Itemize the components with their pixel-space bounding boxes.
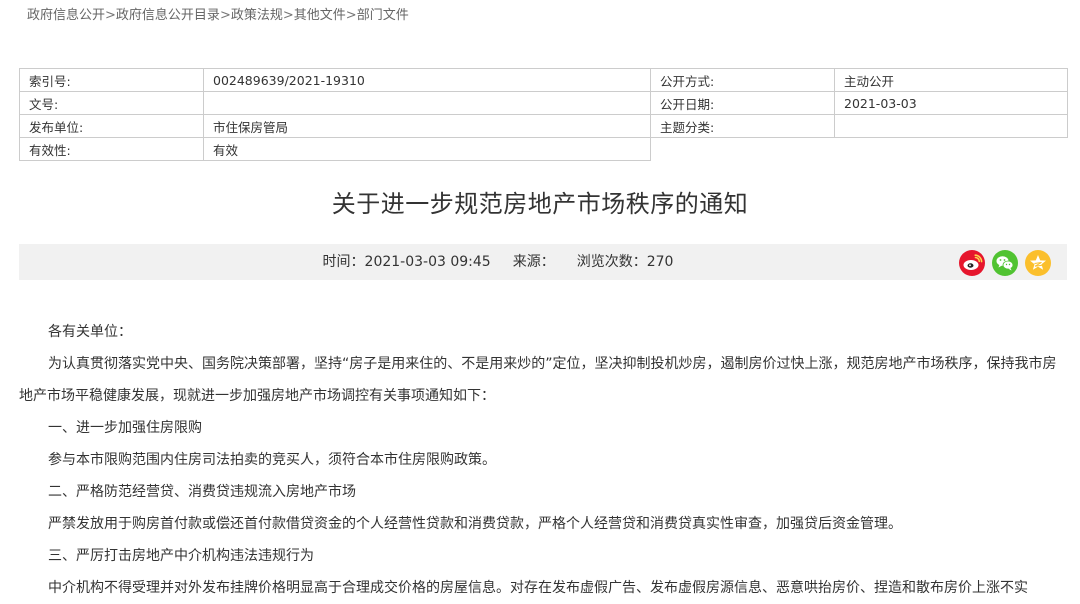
topic-category-label: 主题分类: — [650, 114, 835, 138]
section-heading: 二、严格防范经营贷、消费贷违规流入房地产市场 — [48, 484, 356, 500]
publish-date-value: 2021-03-03 — [834, 91, 1068, 115]
wechat-icon — [996, 256, 1014, 271]
issuer-value: 市住保房管局 — [203, 114, 651, 138]
issuer-label: 发布单位: — [19, 114, 204, 138]
index-number-label: 索引号: — [19, 68, 204, 92]
body-paragraph: 参与本市限购范围内住房司法拍卖的竞买人，须符合本市住房限购政策。 — [48, 452, 496, 468]
breadcrumb: 政府信息公开>政府信息公开目录>政策法规>其他文件>部门文件 — [27, 4, 409, 23]
article-title: 关于进一步规范房地产市场秩序的通知 — [331, 190, 749, 218]
index-number-value: 002489639/2021-19310 — [203, 68, 651, 92]
validity-label: 有效性: — [19, 137, 204, 161]
validity-value: 有效 — [203, 137, 651, 161]
share-weibo-button[interactable] — [959, 250, 985, 276]
qzone-icon — [1030, 255, 1046, 270]
topic-category-value — [834, 114, 1068, 138]
body-paragraph: 中介机构不得受理并对外发布挂牌价格明显高于合理成交价格的房屋信息。对存在发布虚假… — [48, 580, 1028, 596]
empty-cell — [651, 138, 835, 161]
breadcrumb-link-catalog[interactable]: 政府信息公开目录 — [116, 8, 220, 23]
disclosure-method-label: 公开方式: — [650, 68, 835, 92]
article-body: 各有关单位： 为认真贯彻落实党中央、国务院决策部署，坚持“房子是用来住的、不是用… — [19, 316, 1065, 604]
publish-date-label: 公开日期: — [650, 91, 835, 115]
breadcrumb-link-other-docs[interactable]: 其他文件 — [294, 8, 346, 23]
breadcrumb-link-dept-docs[interactable]: 部门文件 — [357, 8, 409, 23]
body-paragraph: 严禁发放用于购房首付款或偿还首付款借贷资金的个人经营性贷款和消费贷款，严格个人经… — [48, 516, 902, 532]
breadcrumb-separator: > — [345, 8, 357, 23]
breadcrumb-link-gov-info[interactable]: 政府信息公开 — [27, 8, 105, 23]
article-info-bar: 时间：2021-03-03 09:45 来源： 浏览次数：270 — [19, 244, 1067, 280]
table-row: 发布单位: 市住保房管局 主题分类: — [19, 114, 1068, 138]
weibo-icon — [963, 254, 983, 270]
document-number-value — [203, 91, 651, 115]
section-heading: 三、严厉打击房地产中介机构违法违规行为 — [48, 548, 314, 564]
breadcrumb-separator: > — [105, 8, 116, 23]
document-metadata-table: 索引号: 002489639/2021-19310 公开方式: 主动公开 文号:… — [19, 68, 1068, 161]
source-label: 来源： — [512, 254, 555, 270]
breadcrumb-link-policy[interactable]: 政策法规 — [231, 8, 283, 23]
document-number-label: 文号: — [19, 91, 204, 115]
article-info-text: 时间：2021-03-03 09:45 来源： 浏览次数：270 — [19, 244, 977, 280]
body-paragraph: 为认真贯彻落实党中央、国务院决策部署，坚持“房子是用来住的、不是用来炒的”定位，… — [19, 356, 1057, 404]
view-count: 浏览次数：270 — [576, 254, 674, 270]
breadcrumb-separator: > — [282, 8, 294, 23]
breadcrumb-separator: > — [219, 8, 231, 23]
table-row: 索引号: 002489639/2021-19310 公开方式: 主动公开 — [19, 68, 1068, 92]
share-wechat-button[interactable] — [992, 250, 1018, 276]
table-row: 文号: 公开日期: 2021-03-03 — [19, 91, 1068, 115]
share-qzone-button[interactable] — [1025, 250, 1051, 276]
disclosure-method-value: 主动公开 — [834, 68, 1068, 92]
publish-time: 时间：2021-03-03 09:45 — [322, 254, 491, 270]
empty-cell — [835, 138, 1068, 161]
body-paragraph: 各有关单位： — [48, 324, 132, 340]
table-row: 有效性: 有效 — [19, 137, 1068, 161]
section-heading: 一、进一步加强住房限购 — [48, 420, 202, 436]
